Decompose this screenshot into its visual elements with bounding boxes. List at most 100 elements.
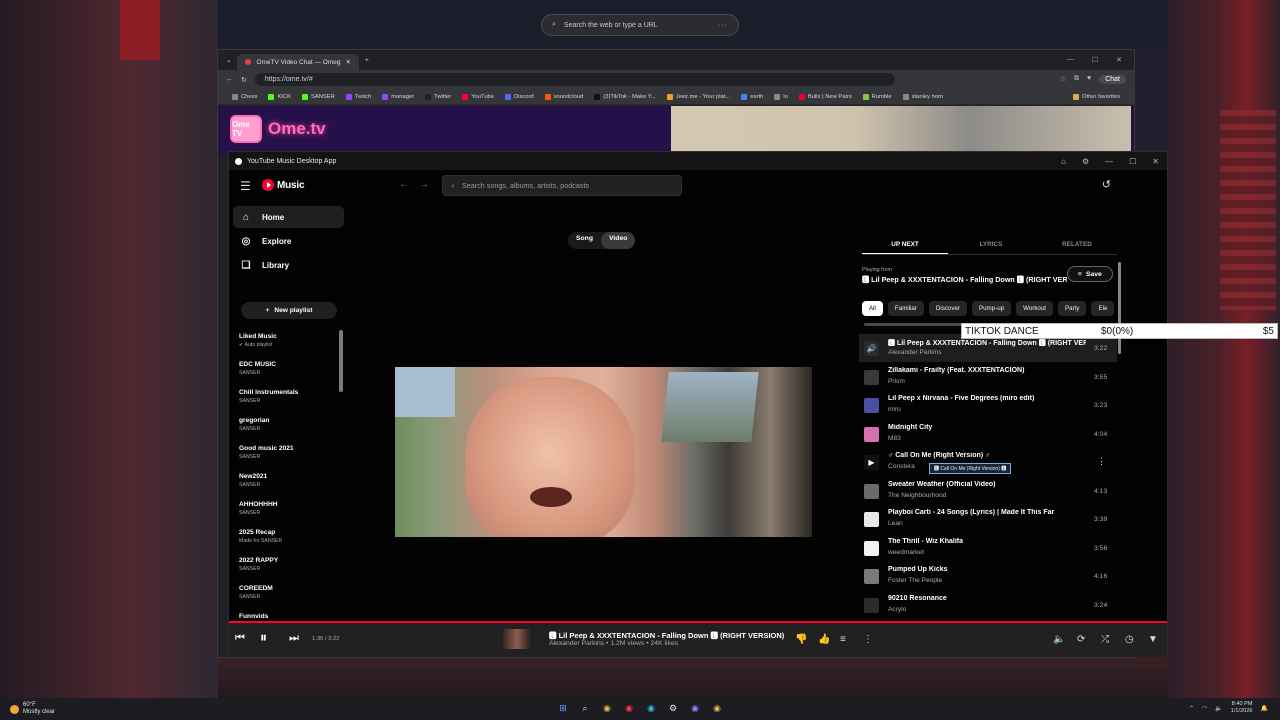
speaker-icon[interactable]: 🔈 [1215,705,1222,712]
other-favorites[interactable]: Other favorites [1072,93,1120,100]
bookmark[interactable]: Twitter [425,93,451,100]
clock[interactable]: 8:40 PM 1/1/2026 [1231,701,1253,715]
sidebar-item-library[interactable]: ❏ Library [233,254,344,276]
chip-party[interactable]: Party [1058,301,1087,316]
chip-electronic[interactable]: Ele [1091,301,1115,316]
sidebar-item-home[interactable]: ⌂ Home [233,206,344,228]
start-icon[interactable]: ⊞ [556,701,570,715]
chip-discover[interactable]: Discover [928,301,967,316]
bookmark[interactable]: soundcloud [544,93,583,100]
queue-item[interactable]: The Thrill - Wiz Khalifa weedmarket 3:56 [859,534,1117,562]
queue-item[interactable]: ▶ ♂ Call On Me (Right Version) ♂ Conster… [859,448,1117,476]
playlist-item[interactable]: 2025 Recap Made for SANSER [239,528,345,556]
maximize-icon[interactable]: ☐ [1129,157,1136,166]
minimize-icon[interactable]: — [1105,157,1113,166]
chrome-icon[interactable]: ◉ [600,701,614,715]
progress-bar[interactable] [229,621,670,623]
like-icon[interactable]: 👍 [818,634,830,645]
new-playlist-button[interactable]: + New playlist [241,302,337,319]
playlist-item[interactable]: gregorian SANSER [239,416,345,444]
playlist-item[interactable]: Good music 2021 SANSER [239,444,345,472]
toggle-video[interactable]: Video [601,232,636,249]
star-icon[interactable]: ☆ [1060,75,1066,84]
now-playing-thumbnail[interactable] [503,629,531,649]
sidebar-scrollbar[interactable] [339,330,343,392]
pause-icon[interactable]: ⏸ [260,629,267,646]
search-icon[interactable]: ⌕ [578,701,592,715]
wifi-icon[interactable]: ◠ [1202,705,1207,712]
back-icon[interactable]: ← [399,179,409,190]
youtube-music-icon[interactable]: ◉ [622,701,636,715]
bookmark[interactable]: Twitch [345,93,371,100]
bookmark[interactable]: (3)TikTok - Make Y... [594,93,656,100]
queue-scrollbar[interactable] [1118,262,1121,354]
queue-item[interactable]: 90210 Resonance Acrylo 3:24 [859,591,1117,619]
new-tab-icon[interactable]: + [365,57,369,64]
shuffle-icon[interactable]: ⤮ [1101,634,1109,645]
history-icon[interactable]: ↺ [1102,178,1111,191]
discord-icon[interactable]: ◉ [688,701,702,715]
bookmark[interactable]: YouTube [462,93,494,100]
queue-item[interactable]: Sweater Weather (Official Video) The Nei… [859,477,1117,505]
expand-icon[interactable]: ▼ [1148,634,1158,645]
playlist-item[interactable]: Chill Instrumentals SANSER [239,388,345,416]
volume-icon[interactable]: 🔈 [1053,634,1065,645]
menu-icon[interactable]: ☰ [240,179,251,193]
repeat-icon[interactable]: ⟳ [1077,634,1085,645]
tab-lyrics[interactable]: LYRICS [948,234,1034,254]
playlist-item[interactable]: EDC MUSIC SANSER [239,360,345,388]
play-icon[interactable]: ▶ [864,455,879,470]
bookmark[interactable]: manager [382,93,414,100]
dislike-icon[interactable]: 👎 [795,634,807,645]
bookmark[interactable]: stanley horn [902,93,943,100]
bookmark[interactable]: lo [774,93,788,100]
playlist-item[interactable]: COREEDM SANSER [239,584,345,612]
chip-all[interactable]: All [862,301,883,316]
playlist-item[interactable]: 2022 RAPPY SANSER [239,556,345,584]
queue-item[interactable]: Lil Peep x Nirvana - Five Degrees (miro … [859,391,1117,419]
close-icon[interactable]: ✕ [1116,56,1122,64]
bookmark[interactable]: Chess [232,93,257,100]
playlist-item[interactable]: New2021 SANSER [239,472,345,500]
bookmark[interactable]: KICK [268,93,291,100]
minimize-icon[interactable]: — [1067,56,1074,64]
bookmark[interactable]: SANSER [301,93,335,100]
copilot-chat-button[interactable]: Chat [1099,75,1126,84]
weather-widget[interactable]: 60°F Mostly clear [10,702,55,716]
browser-tab-ometv[interactable]: OmeTV Video Chat — Omeg ✕ [237,54,359,70]
ytm-logo[interactable]: Music [262,179,305,191]
more-options-icon[interactable]: ⋮ [863,634,873,645]
back-icon[interactable]: ← [226,76,233,83]
ometv-logo[interactable]: Ome TV Ome.tv [230,113,326,145]
extensions-icon[interactable]: ⧉ [1074,75,1079,84]
settings-icon[interactable]: ⚙ [1082,157,1089,166]
search-input[interactable]: ⌕ Search songs, albums, artists, podcast… [442,175,682,196]
queue-item[interactable]: Midnight City M83 4:04 [859,420,1117,448]
next-icon[interactable]: ⏭ [289,632,299,645]
chip-workout[interactable]: Workout [1016,301,1054,316]
bookmark[interactable]: Bullx | New Pairs [798,93,852,100]
chip-pump-up[interactable]: Pump-up [971,301,1012,316]
close-icon[interactable]: ✕ [1152,157,1159,166]
queue-item[interactable]: Playboi Carti - 24 Songs (Lyrics) | Made… [859,505,1117,533]
sleep-timer-icon[interactable]: ◷ [1125,634,1134,645]
forward-icon[interactable]: → [419,179,429,190]
tab-up-next[interactable]: UP NEXT [862,234,948,254]
maximize-icon[interactable]: ☐ [1092,56,1098,64]
chip-familiar[interactable]: Familiar [887,301,924,316]
edge-icon[interactable]: ◉ [644,701,658,715]
address-bar[interactable]: https://ome.tv/# [254,73,895,86]
desktop-search-bar[interactable]: ⌕ Search the web or type a URL ··· [541,14,739,36]
queue-item[interactable]: Zillakami - Frailty (Feat. XXXTENTACION)… [859,363,1117,391]
close-tab-icon[interactable]: ✕ [346,58,351,66]
video-player[interactable] [395,367,812,537]
settings-icon[interactable]: ⚙ [666,701,680,715]
toggle-song[interactable]: Song [568,232,601,249]
bookmark[interactable]: earth [741,93,763,100]
notifications-icon[interactable]: 🔔 [1261,705,1268,712]
chevron-up-icon[interactable]: ⌃ [1189,705,1194,712]
playing-from-title[interactable]: 🅻 Lil Peep & XXXTENTACION - Falling Down… [862,275,1067,285]
more-icon[interactable]: ··· [718,22,728,29]
bookmark[interactable]: Jeez.me - Your plat... [666,93,730,100]
playlist-item[interactable]: Liked Music ✔ Auto playlist [239,332,345,360]
